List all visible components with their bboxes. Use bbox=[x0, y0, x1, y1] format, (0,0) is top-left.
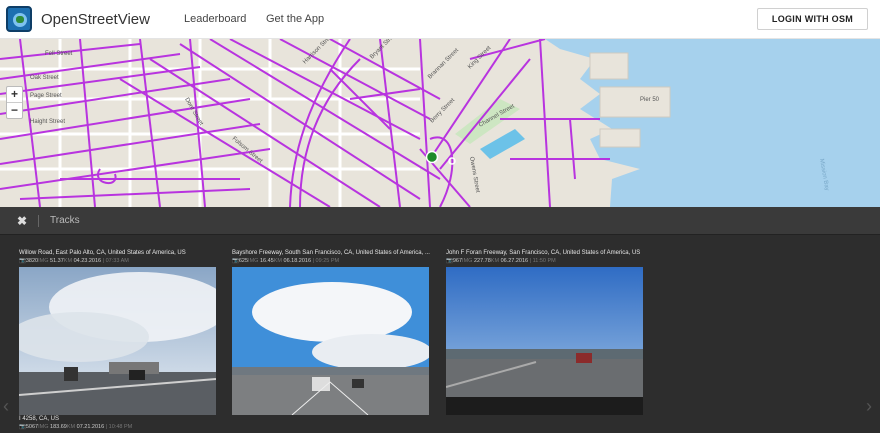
track-time: 11:50 PM bbox=[532, 258, 556, 264]
track-card[interactable]: John F Foran Freeway, San Francisco, CA,… bbox=[446, 249, 646, 415]
nav-get-the-app[interactable]: Get the App bbox=[266, 13, 324, 25]
track-thumbnail-image[interactable] bbox=[232, 267, 429, 415]
track-card-bottom[interactable]: I 4258, CA, US 📷5067IMG 183.69KM 07.21.2… bbox=[19, 415, 219, 431]
zoom-out-button[interactable]: − bbox=[7, 103, 22, 119]
street-label-bryant: Bryant Street bbox=[369, 39, 398, 60]
track-time: 07:33 AM bbox=[105, 258, 129, 264]
track-thumbnail-image[interactable] bbox=[19, 267, 216, 415]
street-label-fell: Fell Street bbox=[45, 51, 73, 57]
track-date: 06.18.2016 bbox=[283, 258, 312, 264]
track-photo-count: 5067 bbox=[25, 424, 39, 430]
camera-icon: 📷 bbox=[446, 258, 453, 264]
camera-icon: 📷 bbox=[19, 424, 26, 430]
map-view[interactable]: Fell Street Oak Street Page Street Haigh… bbox=[0, 39, 880, 207]
street-label-oak: Oak Street bbox=[30, 75, 59, 81]
camera-icon: 📷 bbox=[19, 258, 26, 264]
zoom-controls: + − bbox=[6, 86, 23, 119]
tracks-panel: ✖ Tracks Willow Road, East Palo Alto, CA… bbox=[0, 207, 880, 433]
divider bbox=[38, 215, 39, 227]
track-location: John F Foran Freeway, San Francisco, CA,… bbox=[446, 250, 641, 256]
top-navigation-bar: OpenStreetView Leaderboard Get the App L… bbox=[0, 0, 880, 39]
track-location: Bayshore Freeway, South San Francisco, C… bbox=[232, 250, 430, 256]
street-label-owens: Owens Street bbox=[468, 156, 480, 193]
track-photo-count: 967 bbox=[452, 258, 463, 264]
track-date: 07.21.2016 bbox=[76, 424, 105, 430]
track-meta: 📷3820IMG 51.37KM 04.23.2016 | 07:33 AM bbox=[19, 258, 129, 264]
street-label-king: King Street bbox=[467, 45, 492, 70]
openstreetview-logo-icon[interactable] bbox=[6, 6, 32, 32]
track-photo-count: 625 bbox=[238, 258, 249, 264]
street-label-berry: Berry Street bbox=[429, 97, 456, 124]
zoom-in-button[interactable]: + bbox=[7, 87, 22, 103]
map-canvas[interactable]: Fell Street Oak Street Page Street Haigh… bbox=[0, 39, 880, 207]
track-date: 06.27.2016 bbox=[500, 258, 529, 264]
street-label-harrison: Harrison Street bbox=[302, 39, 335, 65]
track-distance: 51.37 bbox=[50, 258, 64, 264]
nav-leaderboard[interactable]: Leaderboard bbox=[184, 13, 246, 25]
track-meta: 📷967IMG 227.78KM 06.27.2016 | 11:50 PM bbox=[446, 258, 556, 264]
brand-name[interactable]: OpenStreetView bbox=[41, 11, 150, 28]
track-time: 09:25 PM bbox=[315, 258, 340, 264]
street-label-brannan: Brannan Street bbox=[427, 47, 460, 80]
track-distance: 227.78 bbox=[473, 258, 491, 264]
track-date: 04.23.2016 bbox=[73, 258, 102, 264]
track-meta: 📷625IMG 16.45KM 06.18.2016 | 09:25 PM bbox=[232, 258, 340, 264]
track-card[interactable]: Bayshore Freeway, South San Francisco, C… bbox=[232, 249, 432, 415]
track-card[interactable]: Willow Road, East Palo Alto, CA, United … bbox=[19, 249, 219, 415]
track-distance: 183.69 bbox=[50, 424, 67, 430]
previous-arrow-icon[interactable]: ‹ bbox=[3, 396, 9, 417]
track-time: 10:48 PM bbox=[108, 424, 133, 430]
track-location: Willow Road, East Palo Alto, CA, United … bbox=[19, 250, 186, 256]
tracks-panel-header: ✖ Tracks bbox=[0, 207, 880, 235]
close-icon[interactable]: ✖ bbox=[17, 214, 27, 228]
track-thumbnail-image[interactable] bbox=[446, 267, 643, 415]
street-label-haight: Haight Street bbox=[30, 119, 65, 125]
track-distance: 16.45 bbox=[259, 258, 274, 264]
street-label-page: Page Street bbox=[30, 93, 62, 99]
next-arrow-icon[interactable]: › bbox=[866, 396, 872, 417]
pier-50-label: Pier 50 bbox=[640, 97, 660, 103]
tracks-title: Tracks bbox=[50, 215, 80, 226]
login-with-osm-button[interactable]: LOGIN WITH OSM bbox=[757, 8, 868, 30]
camera-icon: 📷 bbox=[232, 258, 239, 264]
track-location: I 4258, CA, US bbox=[19, 416, 60, 422]
track-photo-count: 3820 bbox=[25, 258, 39, 264]
track-meta: 📷5067IMG 183.69KM 07.21.2016 | 10:48 PM bbox=[19, 424, 133, 430]
